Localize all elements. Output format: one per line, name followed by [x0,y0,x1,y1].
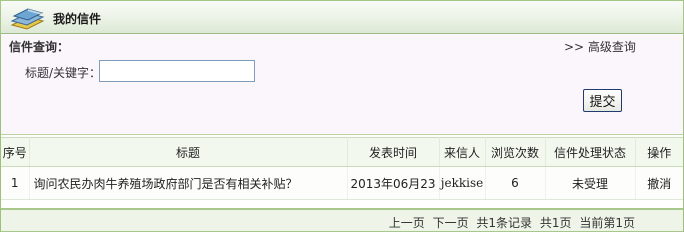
pagination-bar: 上一页 下一页 共1条记录 共1页 当前第1页 [1,208,683,232]
table-row: 1 询问农民办肉牛养殖场政府部门是否有相关补贴？ 2013年06月23 jekk… [1,166,683,200]
cell-no: 1 [1,166,30,200]
page-title: 我的信件 [53,12,102,26]
cell-date: 2013年06月23 [347,166,440,200]
next-page-link[interactable]: 下一页 [433,216,469,230]
cell-action: 撤消 [635,166,683,200]
cell-sender: jekkise [439,166,486,200]
column-header-no: 序号 [1,137,30,167]
total-pages: 共1页 [539,216,572,230]
column-header-views: 浏览次数 [485,137,546,167]
current-page: 当前第1页 [579,216,635,230]
revoke-link[interactable]: 撤消 [647,177,671,191]
prev-page-link[interactable]: 上一页 [389,216,425,230]
keyword-label: 标题/关键字： [25,66,102,80]
search-panel: 信件查询： >> 高级查询 标题/关键字： 提交 [1,34,683,135]
cell-subject: 询问农民办肉牛养殖场政府部门是否有相关补贴？ [29,166,348,200]
column-header-action: 操作 [635,137,683,167]
cell-status: 未受理 [545,166,636,200]
mail-table: 序号 标题 发表时间 来信人 浏览次数 信件处理状态 操作 1 询问农民办肉牛养… [1,137,683,200]
cell-views: 6 [485,166,546,200]
total-records: 共1条记录 [476,216,533,230]
table-header-row: 序号 标题 发表时间 来信人 浏览次数 信件处理状态 操作 [1,137,683,167]
column-header-sender: 来信人 [439,137,486,167]
advanced-search-link[interactable]: >> 高级查询 [564,38,636,55]
panel-header: 我的信件 [0,0,684,34]
subject-link[interactable]: 询问农民办肉牛养殖场政府部门是否有相关补贴？ [34,177,298,191]
keyword-input[interactable] [99,60,255,82]
books-icon [9,5,47,31]
search-label: 信件查询： [9,40,70,54]
column-header-subject: 标题 [29,137,348,167]
column-header-date: 发表时间 [347,137,440,167]
submit-button[interactable]: 提交 [583,89,622,112]
column-header-status: 信件处理状态 [545,137,636,167]
